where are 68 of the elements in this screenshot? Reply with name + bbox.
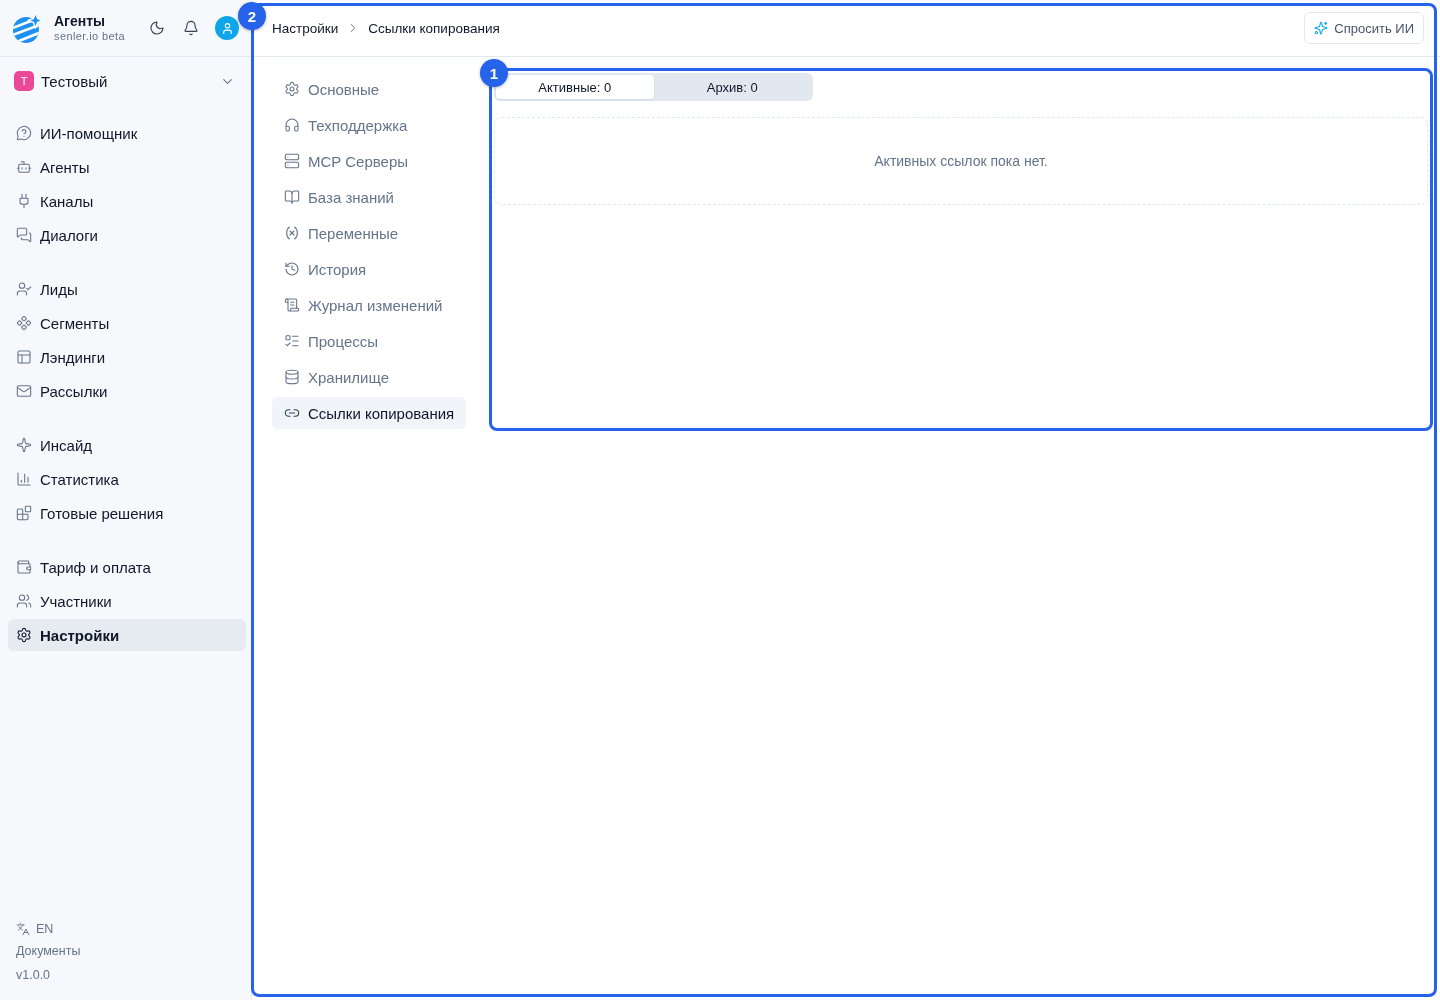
wallet-icon: [16, 559, 32, 575]
diamond-dots-icon: [16, 315, 32, 331]
settings-nav-item[interactable]: База знаний: [272, 181, 466, 213]
number-marker: 1: [480, 59, 508, 87]
sidebar-item[interactable]: Инсайд: [8, 429, 246, 461]
app-title: Агенты: [54, 13, 106, 29]
workspace-name: Тестовый: [41, 72, 108, 90]
tab[interactable]: Архив: 0: [653, 75, 811, 99]
sidebar-item[interactable]: Рассылки: [8, 375, 246, 407]
mail-icon: [16, 383, 32, 399]
workspace-avatar: Т: [14, 71, 34, 91]
settings-nav-item[interactable]: MCP Серверы: [272, 145, 466, 177]
sidebar-item[interactable]: Диалоги: [8, 219, 246, 251]
plug-icon: [16, 193, 32, 209]
chat-bubbles-icon: [16, 227, 32, 243]
sparkle-icon: [16, 437, 32, 453]
settings-nav-item[interactable]: Ссылки копирования: [272, 397, 466, 429]
docs-link[interactable]: Документы: [16, 942, 81, 960]
empty-state-message: Активных ссылок пока нет.: [874, 153, 1048, 169]
book-icon: [284, 189, 300, 205]
logo-icon: [12, 12, 44, 44]
sidebar-item[interactable]: Лэндинги: [8, 341, 246, 373]
checklist-icon: [284, 333, 300, 349]
database-icon: [284, 369, 300, 385]
user-check-icon: [16, 281, 32, 297]
sidebar-item[interactable]: Участники: [8, 585, 246, 617]
layout-icon: [16, 349, 32, 365]
sidebar-item[interactable]: Лиды: [8, 273, 246, 305]
settings-nav-item[interactable]: Процессы: [272, 325, 466, 357]
history-icon: [284, 261, 300, 277]
robot-icon: [16, 159, 32, 175]
sidebar-item[interactable]: Готовые решения: [8, 497, 246, 529]
language-button[interactable]: EN: [16, 920, 54, 938]
sidebar-item[interactable]: Статистика: [8, 463, 246, 495]
app-subtitle: senler.io beta: [54, 30, 126, 43]
settings-icon: [284, 81, 300, 97]
translate-icon: [16, 922, 30, 936]
bell-icon: [183, 20, 199, 36]
sidebar-item[interactable]: ИИ-помощник: [8, 117, 246, 149]
variable-icon: [284, 225, 300, 241]
scroll-icon: [284, 297, 300, 313]
settings-nav-item[interactable]: Журнал изменений: [272, 289, 466, 321]
settings-nav-item[interactable]: Техподдержка: [272, 109, 466, 141]
sparkles-icon: [1314, 21, 1329, 35]
sidebar-item[interactable]: Тариф и оплата: [8, 551, 246, 583]
version-label: v1.0.0: [16, 967, 51, 984]
settings-nav-item[interactable]: Основные: [272, 73, 466, 105]
moon-icon: [149, 20, 165, 36]
sidebar-item[interactable]: Настройки: [8, 619, 246, 651]
user-avatar-icon[interactable]: [215, 16, 239, 40]
blocks-icon: [16, 505, 32, 521]
settings-icon: [16, 627, 32, 643]
question-bubble-icon: [16, 125, 32, 141]
settings-nav-item[interactable]: Переменные: [272, 217, 466, 249]
users-icon: [16, 593, 32, 609]
bar-chart-icon: [16, 471, 32, 487]
breadcrumb-link[interactable]: Ссылки копирования: [368, 20, 500, 36]
number-marker: 2: [238, 2, 266, 30]
headphones-icon: [284, 117, 300, 133]
sidebar-item[interactable]: Каналы: [8, 185, 246, 217]
settings-nav-item[interactable]: История: [272, 253, 466, 285]
server-icon: [284, 153, 300, 169]
workspace-selector[interactable]: Т Тестовый: [8, 67, 243, 95]
ask-ai-button[interactable]: Спросить ИИ: [1304, 12, 1424, 44]
breadcrumb-link[interactable]: Настройки: [272, 20, 339, 36]
settings-nav-item[interactable]: Хранилище: [272, 361, 466, 393]
sidebar-item[interactable]: Сегменты: [8, 307, 246, 339]
sidebar-item[interactable]: Агенты: [8, 151, 246, 183]
